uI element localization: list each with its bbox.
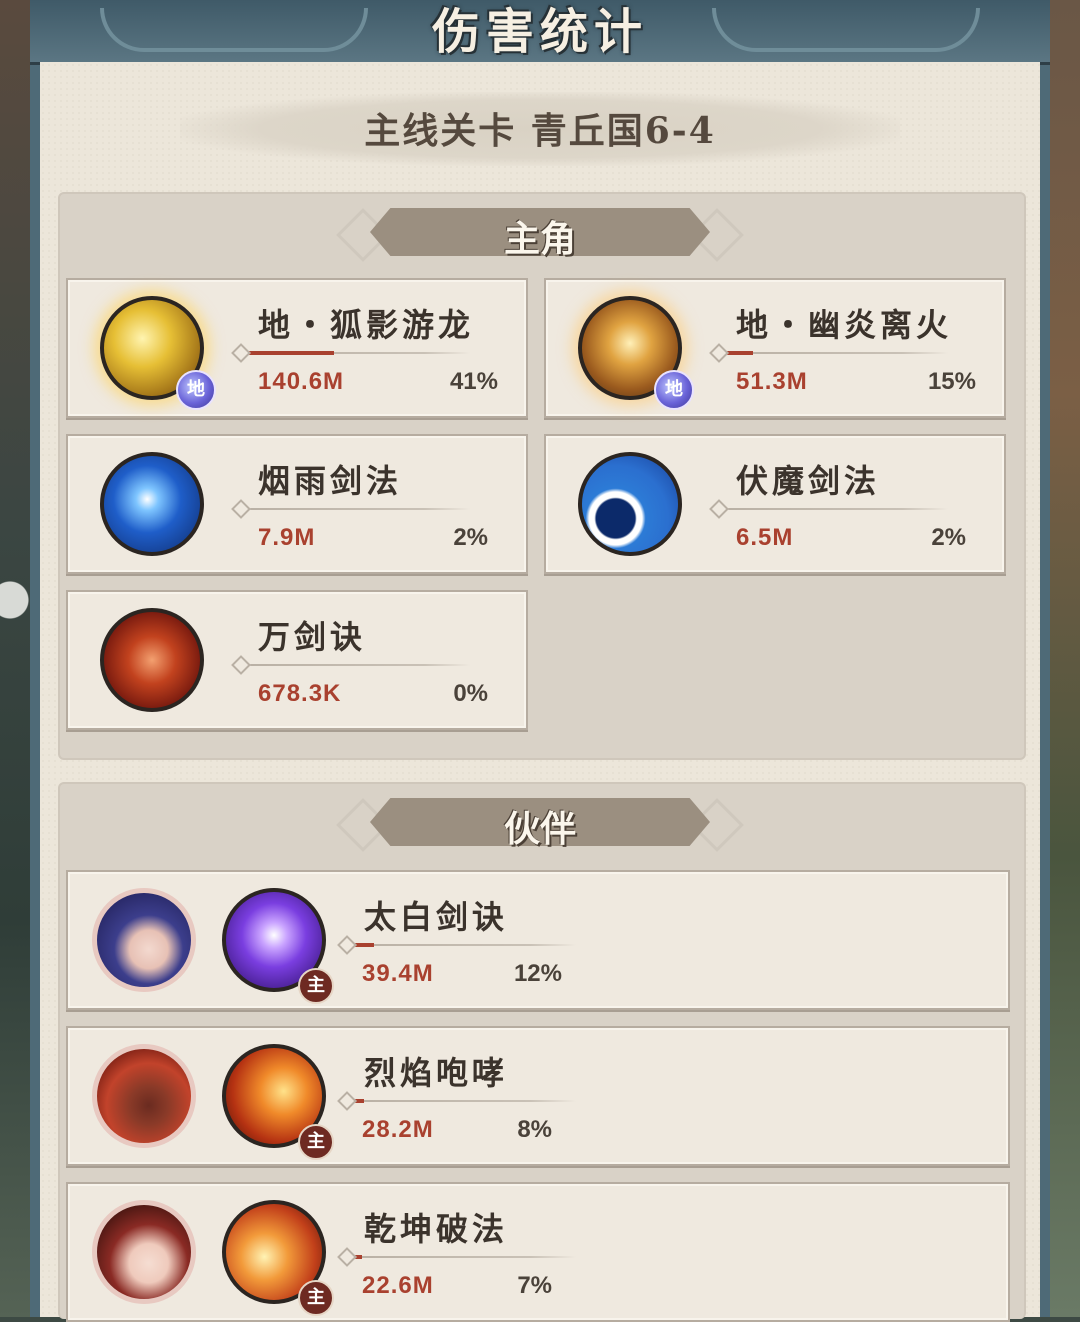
skill-card[interactable]: 伏魔剑法 6.5M 2% bbox=[544, 434, 1006, 574]
earth-element-badge: 地 bbox=[176, 370, 216, 410]
damage-value: 51.3M bbox=[736, 368, 808, 395]
earth-element-badge: 地 bbox=[654, 370, 694, 410]
damage-percent: 0% bbox=[453, 680, 488, 707]
red-lion-beast-portrait bbox=[92, 1044, 196, 1148]
damage-bar-fill bbox=[240, 351, 335, 355]
partner-section: 伙伴 主 太白剑诀 39.4M 12% 主 烈焰咆哮 28.2M 8% 主 乾坤… bbox=[58, 782, 1026, 1322]
damage-percent: 8% bbox=[517, 1116, 552, 1143]
skill-name: 烟雨剑法 bbox=[258, 462, 403, 500]
skill-name: 伏魔剑法 bbox=[736, 462, 881, 500]
damage-bar-knob bbox=[709, 499, 729, 519]
skill-name: 万剑诀 bbox=[258, 618, 367, 656]
skill-card[interactable]: 地 地・幽炎离火 51.3M 15% bbox=[544, 278, 1006, 418]
main-skill-badge: 主 bbox=[298, 1280, 334, 1316]
damage-bar-track bbox=[718, 508, 948, 510]
skill-name: 地・狐影游龙 bbox=[258, 306, 475, 344]
damage-value: 140.6M bbox=[258, 368, 345, 395]
skill-name: 太白剑诀 bbox=[364, 898, 509, 936]
partner-card[interactable]: 主 烈焰咆哮 28.2M 8% bbox=[66, 1026, 1010, 1166]
section-title-partner: 伙伴 bbox=[503, 808, 576, 850]
section-banner: 伙伴 bbox=[336, 798, 744, 852]
red-swords-skill-icon bbox=[100, 608, 204, 712]
damage-value: 678.3K bbox=[258, 680, 342, 707]
damage-bar-knob bbox=[231, 655, 251, 675]
skill-card[interactable]: 万剑诀 678.3K 0% bbox=[66, 590, 528, 730]
damage-bar-knob bbox=[337, 1247, 357, 1267]
section-banner: 主角 bbox=[336, 208, 744, 262]
damage-bar-knob bbox=[231, 343, 251, 363]
damage-percent: 7% bbox=[517, 1272, 552, 1299]
damage-percent: 41% bbox=[449, 368, 498, 395]
skill-name: 乾坤破法 bbox=[364, 1210, 509, 1248]
damage-bar-track bbox=[346, 1100, 576, 1102]
page-title: 伤害统计 bbox=[431, 4, 648, 60]
damage-bar-knob bbox=[231, 499, 251, 519]
damage-bar-track bbox=[240, 508, 470, 510]
damage-bar-knob bbox=[709, 343, 729, 363]
damage-bar-knob bbox=[337, 935, 357, 955]
red-haired-girl-portrait bbox=[92, 1200, 196, 1304]
section-title-main: 主角 bbox=[503, 218, 576, 260]
damage-value: 22.6M bbox=[362, 1272, 434, 1299]
damage-value: 39.4M bbox=[362, 960, 434, 987]
main-skill-badge: 主 bbox=[298, 968, 334, 1004]
damage-bar-knob bbox=[337, 1091, 357, 1111]
damage-value: 6.5M bbox=[736, 524, 794, 551]
damage-value: 7.9M bbox=[258, 524, 316, 551]
damage-percent: 15% bbox=[927, 368, 976, 395]
damage-bar-track bbox=[346, 944, 576, 946]
skill-card[interactable]: 烟雨剑法 7.9M 2% bbox=[66, 434, 528, 574]
blue-burst-skill-icon bbox=[100, 452, 204, 556]
main-character-section: 主角 地 地・狐影游龙 140.6M 41% 地 地・幽炎离火 51.3M 15… bbox=[58, 192, 1026, 760]
damage-bar-track bbox=[240, 664, 470, 666]
damage-percent: 2% bbox=[931, 524, 966, 551]
skill-name: 烈焰咆哮 bbox=[364, 1054, 509, 1092]
damage-percent: 12% bbox=[513, 960, 562, 987]
partner-card[interactable]: 主 太白剑诀 39.4M 12% bbox=[66, 870, 1010, 1010]
stage-title: 主线关卡 青丘国6-4 bbox=[364, 110, 716, 152]
skill-name: 地・幽炎离火 bbox=[736, 306, 953, 344]
main-skill-badge: 主 bbox=[298, 1124, 334, 1160]
damage-bar-track bbox=[346, 1256, 576, 1258]
partner-card[interactable]: 主 乾坤破法 22.6M 7% bbox=[66, 1182, 1010, 1322]
blue-wave-skill-icon bbox=[578, 452, 682, 556]
skill-card[interactable]: 地 地・狐影游龙 140.6M 41% bbox=[66, 278, 528, 418]
damage-bar-track bbox=[718, 352, 948, 354]
damage-percent: 2% bbox=[453, 524, 488, 551]
damage-value: 28.2M bbox=[362, 1116, 434, 1143]
blue-haired-swordsman-portrait bbox=[92, 888, 196, 992]
